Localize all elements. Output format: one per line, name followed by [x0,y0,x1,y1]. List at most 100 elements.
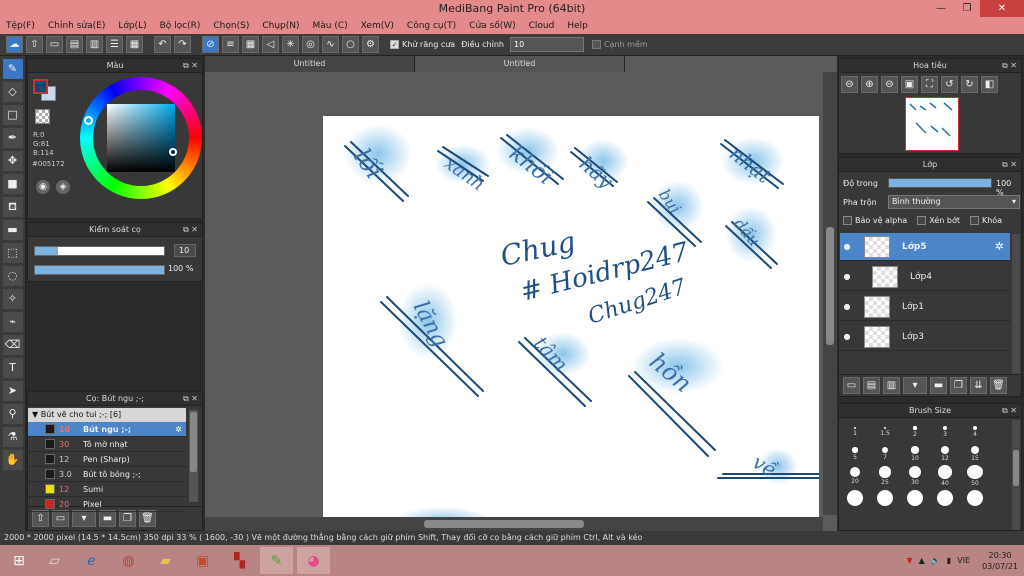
protect-alpha-checkbox[interactable] [843,216,852,225]
brush-size-option[interactable]: 25 [870,465,900,487]
layer-visibility-icon[interactable]: ● [840,272,854,281]
brush-item[interactable]: 3.0 Bút tô bóng ;-; [28,467,186,482]
duplicate-layer-icon[interactable]: ❐ [950,377,967,394]
magic-wand-tool-icon[interactable]: ✧ [2,289,23,309]
panel-controls-icon[interactable]: ⧉ ✕ [183,223,198,237]
zoom-out-icon[interactable]: ⊖ [841,76,858,93]
windows-logo-icon[interactable]: ⊞ [4,547,34,574]
new-8bit-layer-icon[interactable]: ▥ [883,377,900,394]
curve-snap-icon[interactable]: ∿ [322,36,339,53]
color-picker-icon[interactable]: ◈ [56,180,70,194]
panel-controls-icon[interactable]: ⧉ ✕ [183,59,198,73]
brush-folder-icon[interactable]: ▬ [99,510,116,527]
layer-row[interactable]: ● Lớp3 [840,323,1010,351]
brush-size-value[interactable]: 10 [174,244,196,257]
navigator-preview[interactable] [905,97,959,151]
brush-size-option[interactable] [900,487,930,509]
lightshot-icon[interactable]: ✎ [260,547,293,574]
language-indicator[interactable]: VIE [957,556,970,565]
bucket-tool-icon[interactable]: ⛾ [2,197,23,217]
brush-size-option[interactable]: 2 [900,421,930,443]
file-explorer-icon[interactable]: ▰ [149,547,182,574]
pen-tool-icon[interactable]: ✒ [2,128,23,148]
bluestacks-icon[interactable]: ▱ [38,547,71,574]
saturation-value-square[interactable] [107,104,175,172]
dropper-tool-icon[interactable]: ⚗ [2,427,23,447]
concentric-snap-icon[interactable]: ◎ [302,36,319,53]
select-tool-icon[interactable]: ⬚ [2,243,23,263]
brush-size-option[interactable]: 40 [930,465,960,487]
brush-item[interactable]: 20 Pixel [28,497,186,512]
network-icon[interactable]: ▮ [947,556,951,565]
rectangle-tool-icon[interactable]: □ [2,105,23,125]
brush-opacity-slider[interactable] [34,265,165,275]
volume-icon[interactable]: 🔈 [931,556,941,565]
brush-size-option[interactable] [870,487,900,509]
brush-size-option[interactable]: 20 [840,465,870,487]
brush-settings-icon[interactable]: ✲ [175,425,182,434]
panel-controls-icon[interactable]: ⧉ ✕ [183,392,198,406]
add-brush-icon[interactable]: ▾ [72,510,96,527]
menu-file[interactable]: Tệp(F) [6,21,35,31]
lock-checkbox[interactable] [969,216,979,225]
select-eraser-tool-icon[interactable]: ⌫ [2,335,23,355]
edge-option[interactable]: Cạnh mềm [591,40,648,49]
menu-select[interactable]: Chọn(S) [213,21,249,31]
horizontal-scroll-thumb[interactable] [424,520,584,528]
panel-controls-icon[interactable]: ⧉ ✕ [1002,404,1017,418]
menu-color[interactable]: Màu (C) [313,21,348,31]
color-palette-icon[interactable]: ◉ [36,180,50,194]
layer-visibility-icon[interactable]: ● [840,302,854,311]
foreground-color-swatch[interactable] [33,79,48,94]
delete-brush-icon[interactable]: 🗑 [139,510,156,527]
lasso-tool-icon[interactable]: ◌ [2,266,23,286]
canvas-horizontal-scrollbar[interactable] [205,517,823,531]
chrome-icon[interactable]: ◍ [112,547,145,574]
medibang-icon[interactable]: ◕ [297,547,330,574]
list-icon[interactable]: ☰ [106,36,123,53]
fit-screen-icon[interactable]: ⛶ [921,76,938,93]
tray-app-icon[interactable]: ▼ [906,556,912,565]
layer-row[interactable]: ● Lớp5 ✲ [840,233,1010,261]
snap-off-icon[interactable]: ⊘ [202,36,219,53]
delete-layer-icon[interactable]: 🗑 [990,377,1007,394]
brush-item[interactable]: 10 Bút ngu ;-; ✲ [28,422,186,437]
menu-tools[interactable]: Công cụ(T) [407,21,456,31]
transparent-swatch[interactable] [35,109,50,124]
brush-size-option[interactable]: 30 [900,465,930,487]
hand-tool-icon[interactable]: ✋ [2,450,23,470]
value-handle[interactable] [169,148,177,156]
brush-item[interactable]: 12 Pen (Sharp) [28,452,186,467]
parallel-snap-icon[interactable]: ≡ [222,36,239,53]
brush-size-option[interactable]: 12 [930,443,960,465]
gradient-tool-icon[interactable]: ▬ [2,220,23,240]
new-brush-icon[interactable]: ▭ [52,510,69,527]
hue-handle[interactable] [84,116,93,125]
layer-opacity-slider[interactable] [888,178,992,188]
powerpoint-icon[interactable]: ▣ [186,547,219,574]
redo-icon[interactable]: ↷ [174,36,191,53]
undo-icon[interactable]: ↶ [154,36,171,53]
layer-row[interactable]: ● Lớp1 [840,293,1010,321]
move-tool-icon[interactable]: ✥ [2,151,23,171]
menu-edit[interactable]: Chỉnh sửa(E) [48,21,105,31]
brush-tool-icon[interactable]: ✎ [2,59,23,79]
brush-size-option[interactable]: 1.5 [870,421,900,443]
brush-upload-icon[interactable]: ⇧ [32,510,49,527]
eyedropper-tool-icon[interactable]: ⚲ [2,404,23,424]
vertical-scroll-thumb[interactable] [826,227,834,345]
radial-snap-icon[interactable]: ✳ [282,36,299,53]
copy-brush-icon[interactable]: ❐ [119,510,136,527]
flip-icon[interactable]: ◧ [981,76,998,93]
brush-item[interactable]: 12 Sumi [28,482,186,497]
layer-folder-icon[interactable]: ▬ [930,377,947,394]
brush-size-option[interactable]: 15 [960,443,990,465]
brush-item[interactable]: 30 Tô mờ nhạt [28,437,186,452]
menu-cloud[interactable]: Cloud [529,21,555,31]
brush-size-option[interactable] [840,487,870,509]
new-layer-icon[interactable]: ▭ [843,377,860,394]
menu-snap[interactable]: Chụp(N) [262,21,299,31]
document-tab-1[interactable]: Untitled [205,56,415,72]
paint-app-icon[interactable]: ▚ [223,547,256,574]
cross-snap-icon[interactable]: ▦ [242,36,259,53]
